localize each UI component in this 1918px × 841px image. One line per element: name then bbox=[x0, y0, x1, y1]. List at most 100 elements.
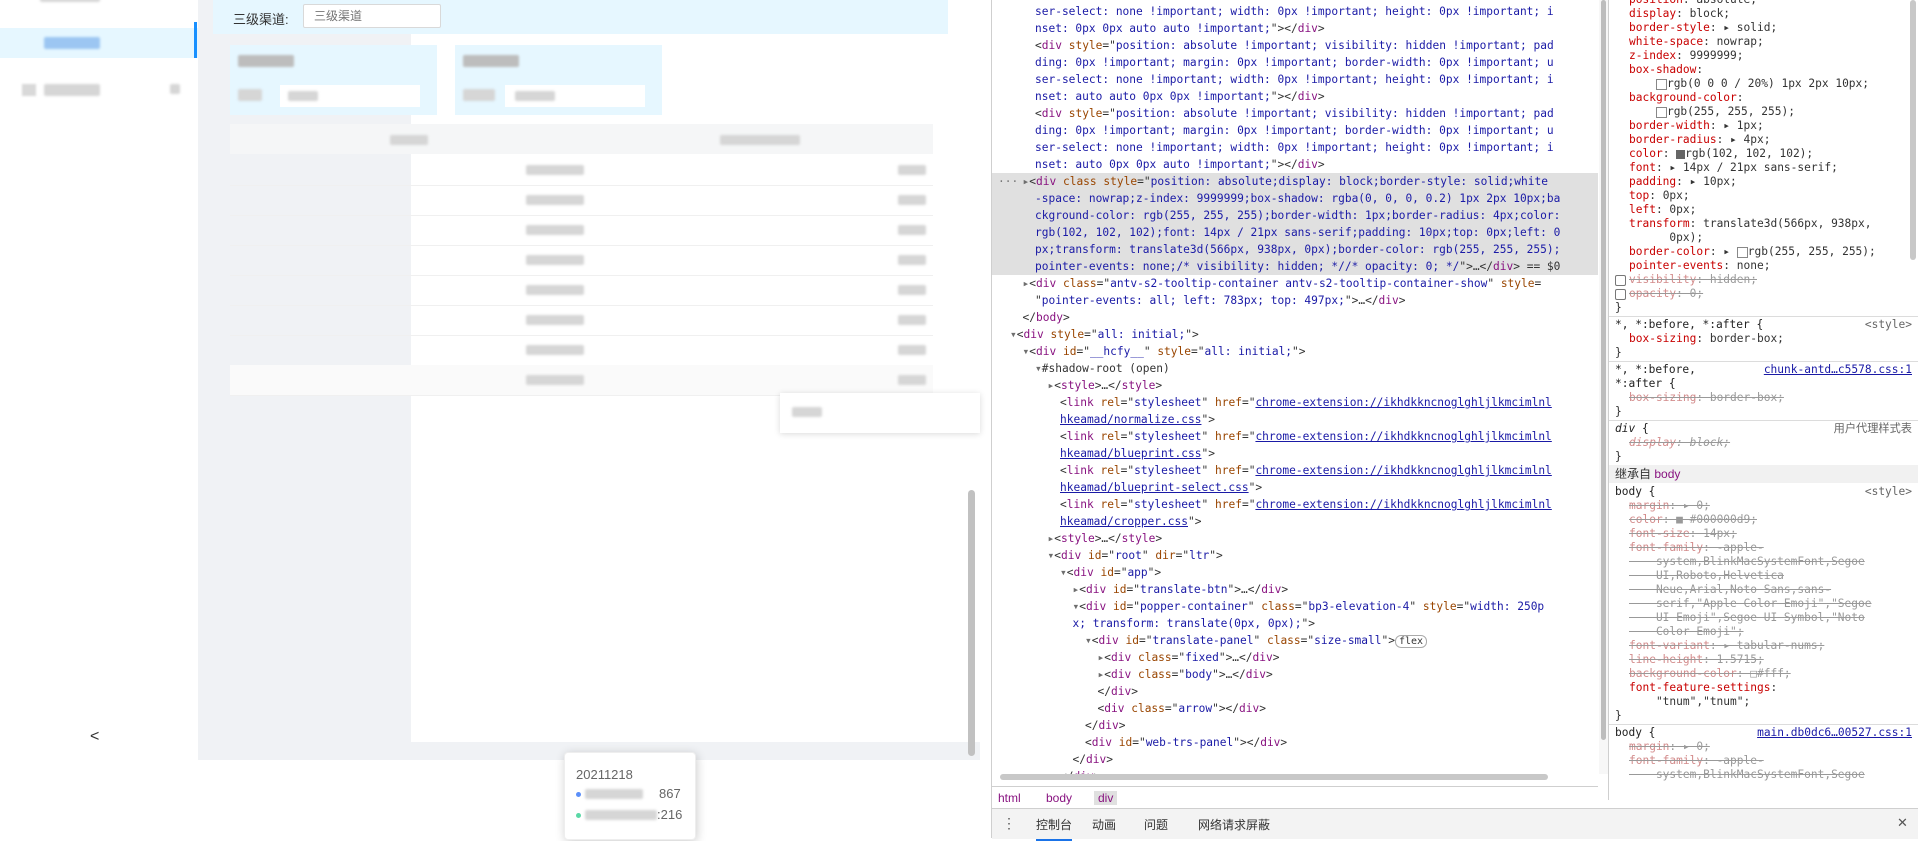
column-header[interactable] bbox=[720, 135, 800, 145]
collapse-sidebar-icon[interactable]: < bbox=[90, 728, 99, 746]
style-declaration[interactable]: border-color: ▸ rgb(255, 255, 255); bbox=[1629, 245, 1876, 259]
dom-node-line[interactable]: x; transform: translate(0px, 0px);"> bbox=[1073, 615, 1316, 632]
dom-node-line[interactable]: ding: 0px !important; margin: 0px !impor… bbox=[1035, 122, 1554, 139]
style-declaration[interactable]: rgb(255, 255, 255); bbox=[1629, 105, 1795, 119]
dom-node-line[interactable]: ▾<div id="root" dir="ltr"> bbox=[1048, 547, 1223, 564]
rule-source-link[interactable]: chunk-antd…c5578.css:1 bbox=[1764, 363, 1912, 377]
style-declaration[interactable]: border-width: ▸ 1px; bbox=[1629, 119, 1764, 133]
sidebar-item-label-blurred[interactable] bbox=[44, 84, 100, 96]
column-header[interactable] bbox=[390, 135, 428, 145]
dom-node-line[interactable]: </body> bbox=[1023, 309, 1070, 326]
style-declaration[interactable]: opacity: 0; bbox=[1629, 287, 1703, 301]
dom-node-line[interactable]: ▸<div class="body">…</div> bbox=[1098, 666, 1273, 683]
dom-node-line[interactable]: ser-select: none !important; width: 0px … bbox=[1035, 139, 1554, 156]
style-declaration[interactable]: white-space: nowrap; bbox=[1629, 35, 1764, 49]
dom-node-line[interactable]: pointer-events: none;/* visibility: hidd… bbox=[1035, 258, 1560, 275]
channel-level3-input[interactable] bbox=[303, 4, 441, 28]
style-declaration[interactable]: border-radius: ▸ 4px; bbox=[1629, 133, 1770, 147]
style-declaration[interactable]: font-family: -apple- bbox=[1629, 754, 1764, 768]
dom-node-line[interactable]: nset: 0px 0px auto auto !important;"></d… bbox=[1035, 20, 1325, 37]
style-declaration[interactable]: background-color: □#fff; bbox=[1629, 667, 1791, 681]
rule-selector[interactable]: *, *:before, *:after { bbox=[1615, 318, 1763, 332]
sidebar-item-blurred[interactable] bbox=[40, 0, 100, 2]
style-declaration[interactable]: background-color: bbox=[1629, 91, 1744, 105]
style-declaration[interactable]: serif,"Apple Color Emoji","Segoe bbox=[1629, 597, 1872, 611]
style-declaration[interactable]: visibility: hidden; bbox=[1629, 273, 1757, 287]
breadcrumb-item[interactable]: html bbox=[998, 791, 1021, 805]
dom-node-line[interactable]: hkeamad/blueprint.css"> bbox=[1060, 445, 1215, 462]
style-declaration[interactable]: color: ■ #000000d9; bbox=[1629, 513, 1757, 527]
style-declaration[interactable]: UI Emoji",Segoe UI Symbol,"Noto bbox=[1629, 611, 1865, 625]
style-declaration[interactable]: font-family: -apple- bbox=[1629, 541, 1764, 555]
rule-source-link[interactable]: main.db0dc6…00527.css:1 bbox=[1757, 726, 1912, 740]
drawer-menu-icon[interactable]: ⋮ bbox=[1002, 815, 1016, 832]
dom-node-line[interactable]: <div id="web-trs-panel"></div> bbox=[1085, 734, 1287, 751]
breadcrumb-item[interactable]: body bbox=[1046, 791, 1072, 805]
style-declaration[interactable]: line-height: 1.5715; bbox=[1629, 653, 1764, 667]
style-declaration[interactable]: system,BlinkMacSystemFont,Segoe bbox=[1629, 768, 1865, 782]
style-declaration[interactable]: position: absolute; bbox=[1629, 0, 1757, 7]
dom-node-line[interactable]: "pointer-events: all; left: 783px; top: … bbox=[1035, 292, 1406, 309]
dom-node-line[interactable]: ▾#shadow-root (open) bbox=[1035, 360, 1170, 377]
dom-node-line[interactable]: <div class="arrow"></div> bbox=[1098, 700, 1267, 717]
rule-source-link[interactable]: <style> bbox=[1865, 485, 1912, 499]
table-row[interactable] bbox=[230, 245, 933, 276]
drawer-tab[interactable]: 动画 bbox=[1092, 816, 1116, 833]
style-declaration[interactable]: pointer-events: none; bbox=[1629, 259, 1770, 273]
style-declaration[interactable]: font-size: 14px; bbox=[1629, 527, 1737, 541]
style-declaration[interactable]: box-shadow: bbox=[1629, 63, 1703, 77]
dom-node-line[interactable]: <link rel="stylesheet" href="chrome-exte… bbox=[1060, 394, 1552, 411]
dom-node-line[interactable]: ▾<div style="all: initial;"> bbox=[1010, 326, 1199, 343]
dom-node-line[interactable]: ▸<style>…</style> bbox=[1048, 530, 1163, 547]
rule-selector[interactable]: body { bbox=[1615, 485, 1655, 499]
table-row[interactable] bbox=[230, 215, 933, 246]
dom-node-line[interactable]: nset: auto 0px 0px auto !important;"></d… bbox=[1035, 156, 1325, 173]
dom-node-line[interactable]: </div> bbox=[1098, 683, 1138, 700]
dom-node-line[interactable]: -space: nowrap;z-index: 9999999;box-shad… bbox=[1035, 190, 1560, 207]
style-declaration[interactable]: margin: ▸ 0; bbox=[1629, 499, 1710, 513]
dom-node-line[interactable]: hkeamad/blueprint-select.css"> bbox=[1060, 479, 1262, 496]
dom-node-line[interactable]: </div> bbox=[1073, 751, 1113, 768]
table-row[interactable] bbox=[230, 335, 933, 366]
table-row[interactable] bbox=[230, 185, 933, 216]
dom-node-line[interactable]: </div> bbox=[1085, 717, 1125, 734]
rule-selector[interactable]: *, *:before, bbox=[1615, 363, 1696, 377]
style-declaration[interactable]: Neue,Arial,Noto Sans,sans- bbox=[1629, 583, 1831, 597]
breadcrumb-item[interactable]: div bbox=[1094, 791, 1118, 805]
style-declaration[interactable]: margin: ▸ 0; bbox=[1629, 740, 1710, 754]
dom-node-line[interactable]: ▾<div id="translate-panel" class="size-s… bbox=[1085, 632, 1428, 650]
dom-node-line[interactable]: ser-select: none !important; width: 0px … bbox=[1035, 3, 1554, 20]
dom-node-line[interactable]: <link rel="stylesheet" href="chrome-exte… bbox=[1060, 496, 1552, 513]
dom-node-line[interactable]: ckground-color: rgb(255, 255, 255);borde… bbox=[1035, 207, 1560, 224]
table-row[interactable] bbox=[230, 275, 933, 306]
dom-node-line[interactable]: ▸<div id="translate-btn">…</div> bbox=[1073, 581, 1289, 598]
dom-node-line[interactable]: ▸<div class="antv-s2-tooltip-container a… bbox=[1023, 275, 1542, 292]
dom-node-line[interactable]: ▾<div id="app"> bbox=[1060, 564, 1161, 581]
dom-node-line[interactable]: ding: 0px !important; margin: 0px !impor… bbox=[1035, 54, 1554, 71]
style-declaration[interactable]: left: 0px; bbox=[1629, 203, 1696, 217]
dom-node-line[interactable]: rgb(102, 102, 102);font: 14px / 21px san… bbox=[1035, 224, 1560, 241]
toggle-property-checkbox[interactable] bbox=[1615, 289, 1626, 300]
dom-node-line[interactable]: px;transform: translate3d(566px, 938px, … bbox=[1035, 241, 1560, 258]
style-declaration[interactable]: border-style: ▸ solid; bbox=[1629, 21, 1777, 35]
dom-node-line[interactable]: ser-select: none !important; width: 0px … bbox=[1035, 71, 1554, 88]
style-declaration[interactable]: box-sizing: border-box; bbox=[1629, 391, 1784, 405]
drawer-tab[interactable]: 网络请求屏蔽 bbox=[1198, 816, 1270, 833]
rule-selector[interactable]: body { bbox=[1615, 726, 1655, 740]
style-declaration[interactable]: display: block; bbox=[1629, 436, 1730, 450]
style-declaration[interactable]: "tnum","tnum"; bbox=[1629, 695, 1750, 709]
style-declaration[interactable]: color: rgb(102, 102, 102); bbox=[1629, 147, 1813, 161]
style-declaration[interactable]: font-variant: ▸ tabular-nums; bbox=[1629, 639, 1824, 653]
style-declaration[interactable]: 0px); bbox=[1629, 231, 1703, 245]
style-declaration[interactable]: box-sizing: border-box; bbox=[1629, 332, 1784, 346]
table-row[interactable] bbox=[230, 155, 933, 186]
sidebar-item-active[interactable] bbox=[0, 22, 198, 58]
drawer-tab[interactable]: 控制台 bbox=[1036, 816, 1073, 841]
rule-selector[interactable]: div { bbox=[1615, 422, 1649, 436]
dom-node-line[interactable]: <div style="position: absolute !importan… bbox=[1035, 37, 1554, 54]
style-declaration[interactable]: system,BlinkMacSystemFont,Segoe bbox=[1629, 555, 1865, 569]
toggle-property-checkbox[interactable] bbox=[1615, 275, 1626, 286]
style-declaration[interactable]: rgb(0 0 0 / 20%) 1px 2px 10px; bbox=[1629, 77, 1869, 91]
style-declaration[interactable]: font: ▸ 14px / 21px sans-serif; bbox=[1629, 161, 1838, 175]
dom-node-line[interactable]: <link rel="stylesheet" href="chrome-exte… bbox=[1060, 428, 1552, 445]
